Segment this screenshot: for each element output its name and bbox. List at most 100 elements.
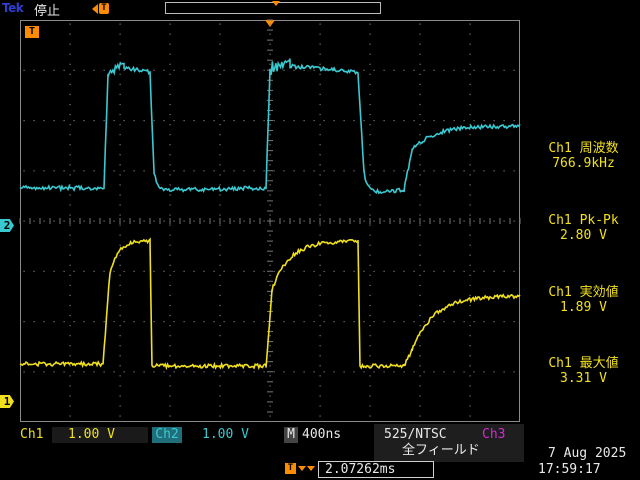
grid-dot: [170, 305, 171, 306]
measurement-4[interactable]: Ch1 最大値 3.31 V: [527, 356, 640, 386]
grid-dot: [304, 271, 305, 272]
grid-dot: [204, 271, 205, 272]
grid-dot: [220, 285, 221, 286]
grid-dot: [70, 194, 71, 195]
grid-dot: [54, 371, 55, 372]
grid-dot: [220, 355, 221, 356]
grid-dot: [464, 120, 465, 121]
grid-dot: [170, 44, 171, 45]
measurement-label: Ch1 Pk-Pk: [527, 213, 640, 228]
grid-dot: [84, 70, 85, 71]
grid-dot: [70, 204, 71, 205]
grid-dot: [304, 120, 305, 121]
grid-dot: [270, 405, 271, 406]
grid-dot: [344, 170, 345, 171]
grid-dot: [370, 154, 371, 155]
grid-dot: [204, 170, 205, 171]
grid-dot: [304, 321, 305, 322]
ch2-volts-per-div[interactable]: 1.00 V: [186, 427, 249, 443]
grid-dot: [370, 405, 371, 406]
grid-dot: [120, 255, 121, 256]
grid-dot: [404, 271, 405, 272]
grid-dot: [484, 70, 485, 71]
grid-dot: [120, 365, 121, 366]
grid-dot: [194, 221, 195, 222]
ch1-volts-per-div[interactable]: 1.00 V: [52, 427, 148, 443]
grid-dot: [470, 375, 471, 376]
grid-dot: [174, 271, 175, 272]
grid-dot: [34, 170, 35, 171]
measurement-3[interactable]: Ch1 実効値 1.89 V: [527, 285, 640, 315]
grid-dot: [170, 275, 171, 276]
grid-dot: [174, 321, 175, 322]
grid-dot: [64, 70, 65, 71]
horizontal-position-readout[interactable]: 2.07262ms: [318, 461, 434, 478]
grid-dot: [220, 194, 221, 195]
grid-dot: [514, 321, 515, 322]
grid-dot: [420, 34, 421, 35]
grid-dot: [234, 170, 235, 171]
grid-dot: [94, 170, 95, 171]
grid-dot: [304, 70, 305, 71]
grid-dot: [70, 315, 71, 316]
grid-dot: [370, 255, 371, 256]
grid-dot: [320, 154, 321, 155]
grid-dot: [470, 365, 471, 366]
grid-dot: [234, 371, 235, 372]
grid-dot: [320, 265, 321, 266]
measurement-1[interactable]: Ch1 周波数 766.9kHz: [527, 141, 640, 171]
grid-dot: [284, 70, 285, 71]
grid-dot: [124, 170, 125, 171]
grid-dot: [464, 321, 465, 322]
grid-dot: [120, 154, 121, 155]
grid-dot: [170, 265, 171, 266]
grid-dot: [320, 24, 321, 25]
grid-dot: [270, 134, 271, 135]
grid-dot: [420, 375, 421, 376]
grid-dot: [270, 214, 271, 215]
grid-dot: [370, 114, 371, 115]
grid-dot: [64, 371, 65, 372]
grid-dot: [274, 371, 275, 372]
measurement-2[interactable]: Ch1 Pk-Pk 2.80 V: [527, 213, 640, 243]
grid-dot: [220, 54, 221, 55]
grid-dot: [54, 70, 55, 71]
grid-dot: [364, 70, 365, 71]
grid-dot: [170, 164, 171, 165]
grid-dot: [420, 265, 421, 266]
grid-dot: [314, 221, 315, 222]
grid-dot: [220, 204, 221, 205]
grid-dot: [420, 235, 421, 236]
grid-dot: [170, 335, 171, 336]
grid-dot: [374, 170, 375, 171]
timebase-scale[interactable]: 400ns: [302, 427, 341, 443]
grid-dot: [184, 221, 185, 222]
grid-dot: [120, 405, 121, 406]
grid-dot: [204, 221, 205, 222]
grid-dot: [234, 271, 235, 272]
grid-dot: [470, 265, 471, 266]
grid-dot: [134, 120, 135, 121]
grid-dot: [220, 24, 221, 25]
grid-dot: [320, 395, 321, 396]
grid-dot: [370, 345, 371, 346]
grid-dot: [184, 371, 185, 372]
grid-dot: [70, 295, 71, 296]
grid-dot: [144, 271, 145, 272]
grid-dot: [354, 271, 355, 272]
grid-dot: [170, 144, 171, 145]
grid-dot: [44, 221, 45, 222]
grid-dot: [314, 70, 315, 71]
ch2-label[interactable]: Ch2: [152, 427, 182, 443]
ch1-label[interactable]: Ch1: [20, 427, 43, 443]
grid-dot: [444, 371, 445, 372]
grid-dot: [170, 204, 171, 205]
grid-dot: [470, 225, 471, 226]
grid-dot: [334, 221, 335, 222]
grid-dot: [170, 235, 171, 236]
grid-dot: [144, 221, 145, 222]
grid-dot: [270, 365, 271, 366]
grid-dot: [324, 70, 325, 71]
grid-dot: [474, 271, 475, 272]
grid-dot: [224, 120, 225, 121]
